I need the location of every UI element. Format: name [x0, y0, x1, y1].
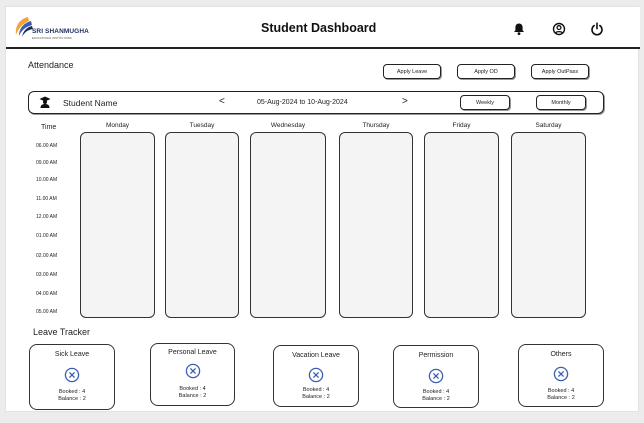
day-column-saturday[interactable] [511, 132, 586, 318]
time-header: Time [41, 124, 57, 131]
time-label: 03.00 AM [36, 272, 58, 278]
leave-card-personal[interactable]: Personal Leave Booked : 4 Balance : 2 [150, 343, 235, 406]
day-label-friday: Friday [452, 122, 471, 129]
day-column-friday[interactable] [424, 132, 499, 318]
day-label-tuesday: Tuesday [189, 122, 215, 129]
weekly-view-button[interactable]: Weekly [460, 95, 510, 110]
leave-booked: Booked : 4 [547, 388, 575, 394]
cancel-circle-icon[interactable] [553, 366, 569, 382]
day-column-monday[interactable] [80, 132, 155, 318]
next-week-button[interactable]: > [402, 96, 408, 107]
logo-subtext: EDUCATIONAL INSTITUTIONS [32, 36, 72, 40]
student-icon [39, 96, 51, 108]
time-label: 04.00 AM [36, 291, 58, 297]
page-title: Student Dashboard [261, 21, 377, 35]
day-label-wednesday: Wednesday [270, 122, 306, 129]
cancel-circle-icon[interactable] [308, 367, 324, 383]
leave-card-title: Personal Leave [168, 349, 217, 356]
leave-tracker-title: Leave Tracker [33, 327, 91, 337]
leave-balance: Balance : 2 [58, 396, 86, 402]
leave-card-title: Vacation Leave [292, 352, 340, 359]
leave-booked: Booked : 4 [58, 389, 86, 395]
top-header: SRI SHANMUGHA EDUCATIONAL INSTITUTIONS S… [6, 7, 640, 49]
student-week-bar: Student Name < 05-Aug-2024 to 10-Aug-202… [28, 91, 604, 114]
day-label-thursday: Thursday [362, 122, 390, 129]
time-label: 12.00 AM [36, 214, 58, 220]
date-from: 05-Aug-2024 [257, 99, 298, 106]
monthly-view-button[interactable]: Monthly [536, 95, 586, 110]
time-label: 11.00 AM [36, 196, 57, 202]
student-name: Student Name [63, 98, 118, 108]
leave-balance: Balance : 2 [547, 395, 575, 401]
apply-leave-button[interactable]: Apply Leave [383, 64, 441, 79]
time-label: 02.00 AM [36, 253, 58, 259]
time-label: 10.00 AM [36, 177, 58, 183]
leave-card-permission[interactable]: Permission Booked : 4 Balance : 2 [393, 345, 479, 408]
prev-week-button[interactable]: < [219, 96, 225, 107]
day-column-wednesday[interactable] [250, 132, 326, 318]
date-to: 10-Aug-2024 [307, 99, 348, 106]
leave-card-others[interactable]: Others Booked : 4 Balance : 2 [518, 344, 604, 407]
apply-od-button[interactable]: Apply OD [457, 64, 515, 79]
logo-text: SRI SHANMUGHA [32, 28, 89, 35]
logo[interactable]: SRI SHANMUGHA EDUCATIONAL INSTITUTIONS [12, 15, 112, 43]
user-circle-icon[interactable] [552, 22, 566, 36]
day-column-tuesday[interactable] [165, 132, 239, 318]
time-label: 05.00 AM [36, 309, 58, 315]
apply-outpass-button[interactable]: Apply OutPass [531, 64, 589, 79]
logo-emblem-icon [15, 17, 33, 37]
cancel-circle-icon[interactable] [64, 367, 80, 383]
power-icon[interactable] [590, 22, 604, 36]
time-label: 09.00 AM [36, 160, 58, 166]
leave-card-title: Sick Leave [54, 351, 90, 358]
leave-balance: Balance : 2 [302, 394, 330, 400]
time-label: 01.00 AM [36, 233, 58, 239]
cancel-circle-icon[interactable] [185, 363, 201, 379]
leave-balance: Balance : 2 [422, 396, 450, 402]
attendance-title: Attendance [28, 60, 74, 70]
cancel-circle-icon[interactable] [428, 368, 444, 384]
leave-booked: Booked : 4 [179, 386, 206, 392]
date-to-word: to [299, 99, 306, 106]
leave-booked: Booked : 4 [422, 389, 450, 395]
leave-balance: Balance : 2 [178, 393, 207, 399]
bell-icon[interactable] [512, 22, 526, 36]
day-label-saturday: Saturday [535, 122, 562, 129]
leave-card-title: Others [550, 351, 572, 358]
leave-card-sick[interactable]: Sick Leave Booked : 4 Balance : 2 [29, 344, 115, 410]
day-column-thursday[interactable] [339, 132, 413, 318]
app-frame: SRI SHANMUGHA EDUCATIONAL INSTITUTIONS S… [5, 6, 640, 412]
time-label: 06.00 AM [36, 143, 58, 149]
date-range: 05-Aug-2024 to 10-Aug-2024 [257, 99, 348, 106]
leave-card-title: Permission [418, 352, 454, 359]
leave-card-vacation[interactable]: Vacation Leave Booked : 4 Balance : 2 [273, 345, 359, 407]
day-label-monday: Monday [105, 122, 130, 129]
leave-booked: Booked : 4 [302, 387, 330, 393]
